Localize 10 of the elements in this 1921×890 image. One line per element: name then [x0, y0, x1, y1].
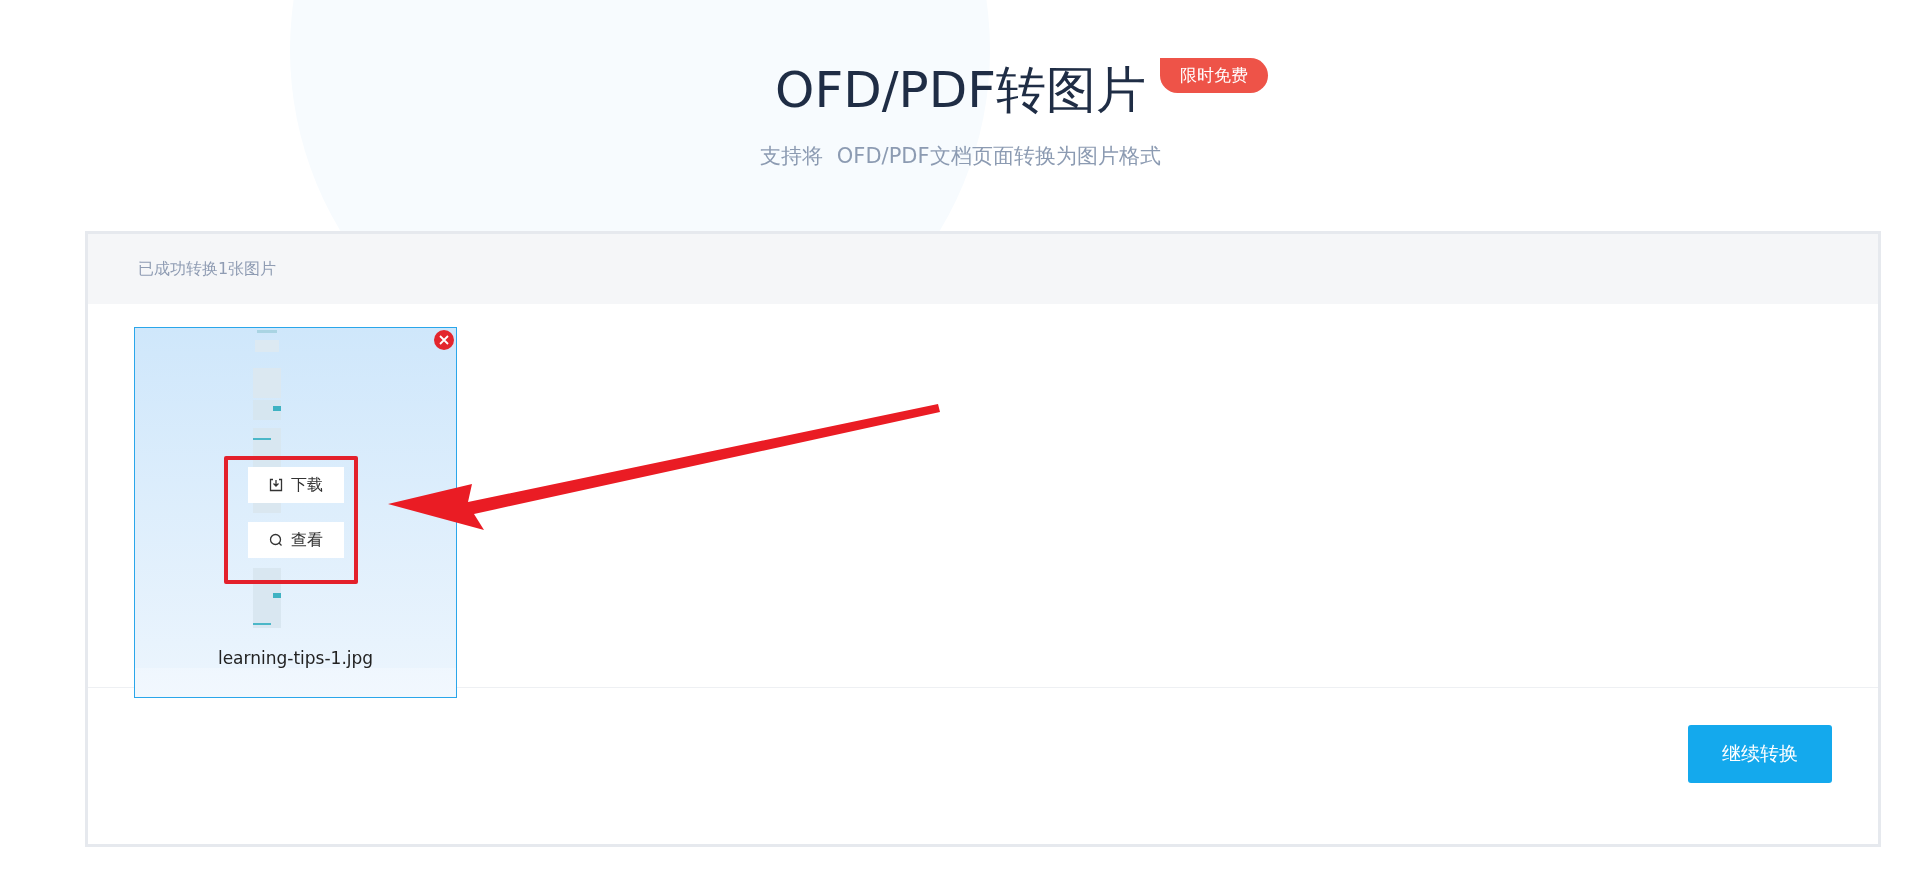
view-button[interactable]: 查看: [248, 522, 344, 558]
status-text: 已成功转换1张图片: [138, 258, 277, 280]
search-icon: [269, 533, 283, 547]
free-badge: 限时免费: [1159, 58, 1268, 93]
download-icon: [269, 478, 283, 492]
close-icon[interactable]: [434, 330, 454, 350]
download-button[interactable]: 下载: [248, 467, 344, 503]
file-name: learning-tips-1.jpg: [216, 648, 375, 668]
page-title: OFD/PDF转图片: [775, 60, 1146, 121]
page-subtitle: 支持将 OFD/PDF文档页面转换为图片格式: [760, 143, 1161, 170]
